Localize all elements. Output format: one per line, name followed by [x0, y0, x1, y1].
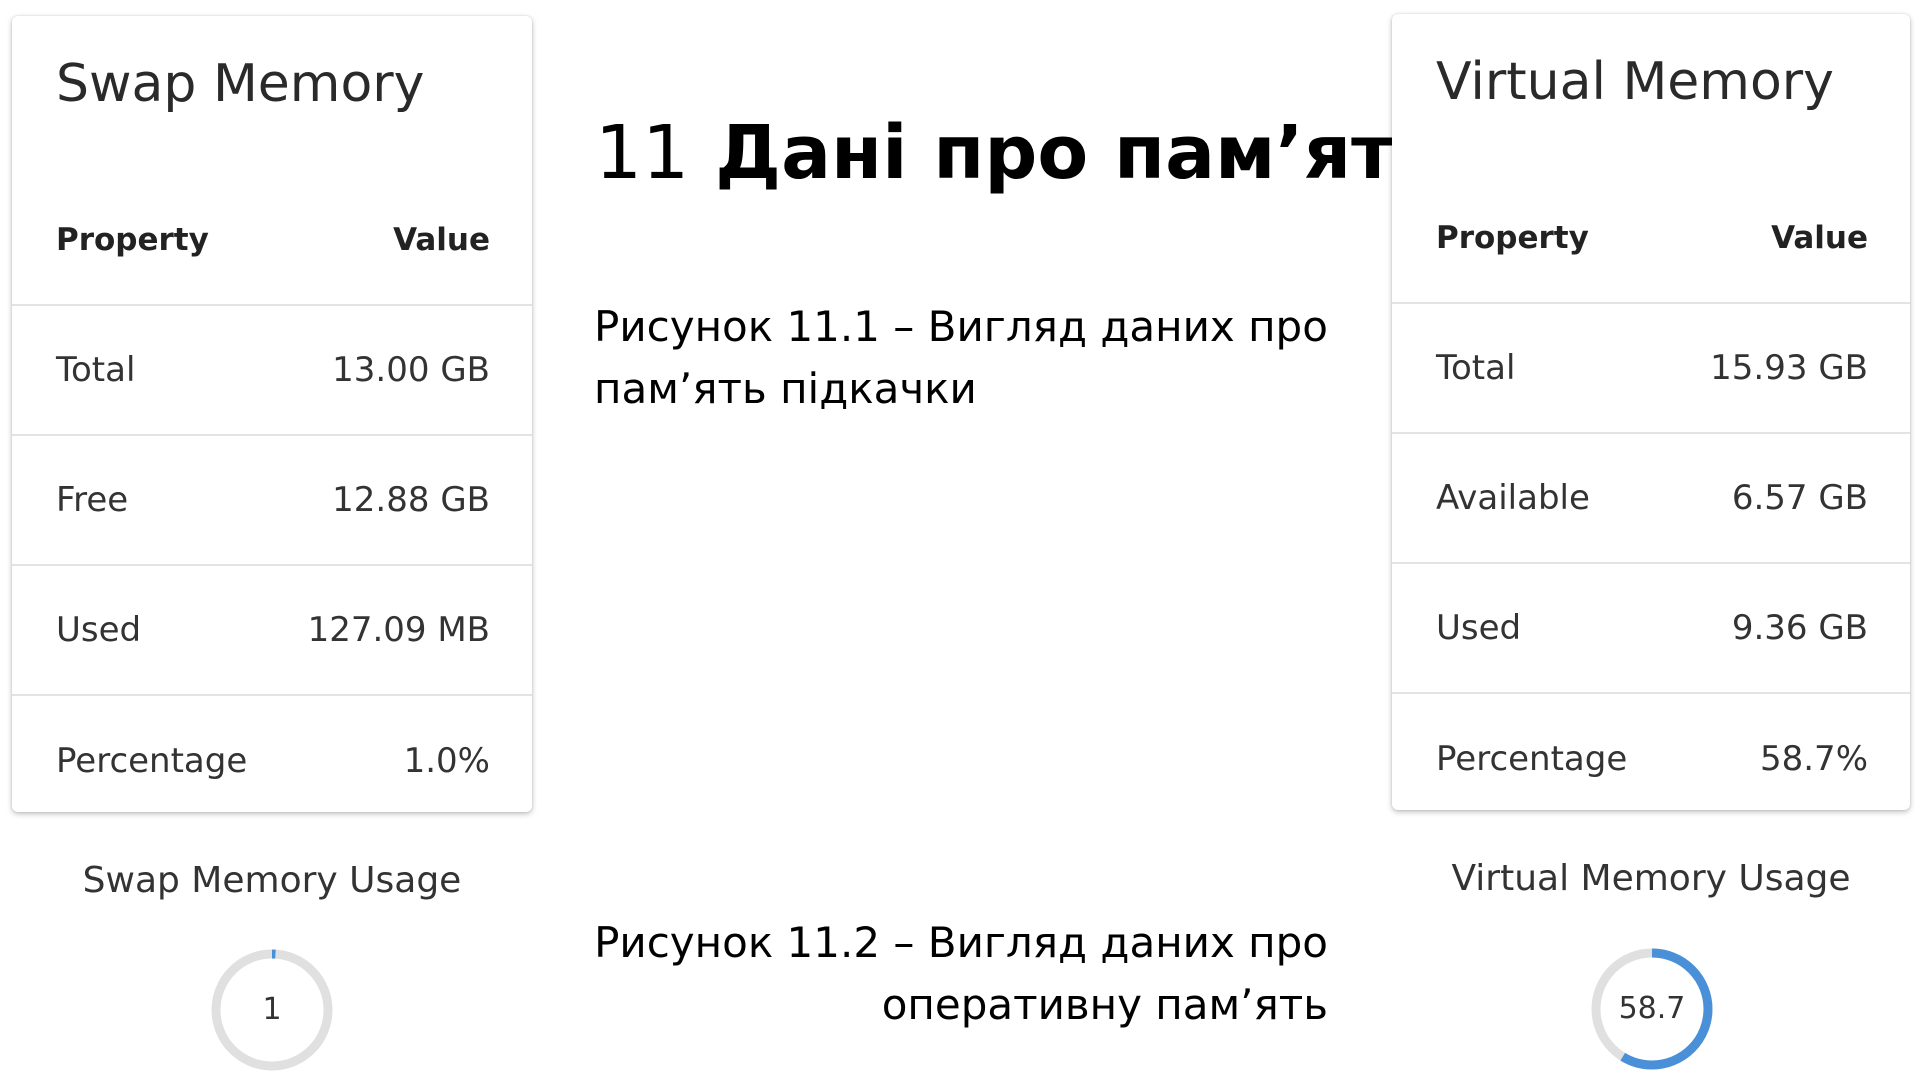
table-header-row: Property Value: [12, 176, 532, 306]
table-row: Total 15.93 GB: [1392, 304, 1910, 434]
table-row: Percentage 1.0%: [12, 696, 532, 826]
property-cell: Available: [1436, 478, 1590, 518]
figure-caption-1: Рисунок 11.1 – Вигляд даних про пам’ять …: [594, 302, 1328, 413]
virtual-memory-usage-gauge: 58.7: [1587, 944, 1717, 1074]
figure-caption-2-line-2: оперативну пам’ять: [881, 980, 1328, 1029]
table-row: Total 13.00 GB: [12, 306, 532, 436]
value-cell: 6.57 GB: [1731, 478, 1868, 518]
table-row: Free 12.88 GB: [12, 436, 532, 566]
value-cell: 15.93 GB: [1710, 348, 1868, 388]
swap-memory-usage-label: Swap Memory Usage: [82, 860, 462, 901]
value-cell: 127.09 MB: [307, 610, 490, 650]
value-cell: 58.7%: [1759, 739, 1868, 779]
swap-memory-table: Property Value Total 13.00 GB Free 12.88…: [12, 176, 532, 826]
property-cell: Percentage: [56, 741, 248, 781]
gauge-value: 1: [262, 992, 282, 1027]
property-cell: Total: [56, 350, 136, 390]
property-cell: Percentage: [1436, 739, 1628, 779]
section-heading: 11 Дані про пам’ять: [595, 110, 1441, 196]
property-cell: Used: [1436, 608, 1522, 648]
table-row: Percentage 58.7%: [1392, 694, 1910, 824]
column-header-property: Property: [56, 222, 209, 258]
property-cell: Total: [1436, 348, 1516, 388]
property-cell: Free: [56, 480, 129, 520]
table-row: Used 9.36 GB: [1392, 564, 1910, 694]
virtual-memory-title: Virtual Memory: [1436, 52, 1834, 112]
figure-caption-2-line-1: Рисунок 11.2 – Вигляд даних про: [594, 918, 1328, 967]
swap-memory-title: Swap Memory: [56, 54, 425, 114]
gauge-value: 58.7: [1618, 991, 1686, 1026]
table-header-row: Property Value: [1392, 174, 1910, 304]
virtual-memory-usage-label: Virtual Memory Usage: [1451, 858, 1851, 899]
value-cell: 13.00 GB: [332, 350, 490, 390]
section-number: 11: [595, 110, 690, 196]
page: Swap Memory Property Value Total 13.00 G…: [0, 0, 1920, 1080]
virtual-memory-card: Virtual Memory Property Value Total 15.9…: [1392, 14, 1910, 810]
section-title: Дані про пам’ять: [715, 110, 1441, 196]
value-cell: 1.0%: [403, 741, 490, 781]
value-cell: 9.36 GB: [1731, 608, 1868, 648]
column-header-value: Value: [1771, 220, 1868, 256]
property-cell: Used: [56, 610, 142, 650]
column-header-property: Property: [1436, 220, 1589, 256]
swap-memory-card: Swap Memory Property Value Total 13.00 G…: [12, 16, 532, 812]
column-header-value: Value: [393, 222, 490, 258]
figure-caption-2: Рисунок 11.2 – Вигляд даних про оператив…: [560, 912, 1328, 1036]
value-cell: 12.88 GB: [332, 480, 490, 520]
virtual-memory-table: Property Value Total 15.93 GB Available …: [1392, 174, 1910, 824]
swap-memory-usage-gauge: 1: [207, 945, 337, 1075]
table-row: Available 6.57 GB: [1392, 434, 1910, 564]
table-row: Used 127.09 MB: [12, 566, 532, 696]
